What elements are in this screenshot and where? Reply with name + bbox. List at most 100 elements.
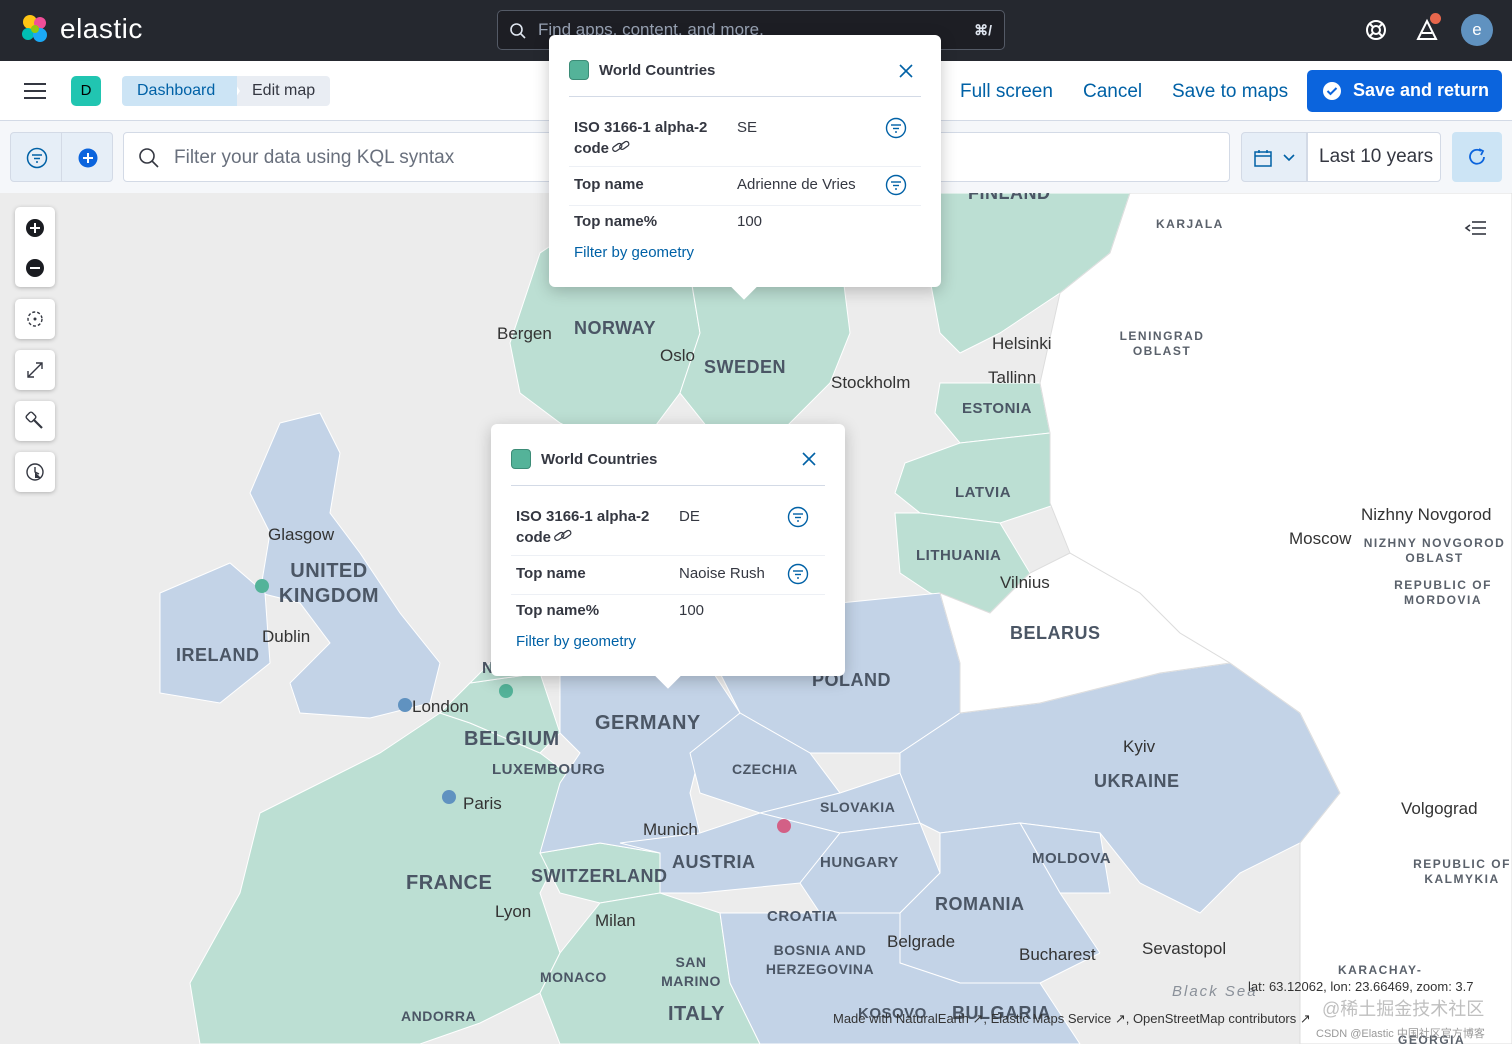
filter-options-button[interactable] (10, 132, 62, 182)
city-label: Oslo (660, 346, 695, 365)
close-icon[interactable] (800, 450, 818, 468)
city-label: Lyon (495, 902, 532, 921)
country-label: ITALY (668, 1003, 725, 1025)
watermark-csdn: CSDN @Elastic 中国社区官方博客 (1316, 1028, 1485, 1040)
country-label: HUNGARY (820, 854, 899, 871)
latvia-polygon (894, 432, 1061, 524)
filter-icon[interactable] (885, 117, 907, 139)
draw-tools-button[interactable] (15, 401, 55, 441)
full-screen-button[interactable]: Full screen (960, 81, 1053, 103)
sea-label: Black Sea (1172, 983, 1258, 1000)
country-label: BELGIUM (464, 728, 560, 750)
country-label: FRANCE (406, 872, 493, 894)
minus-circle-icon (26, 259, 44, 277)
zoom-out-button[interactable] (15, 247, 55, 287)
property-key: Top name (516, 565, 586, 582)
kql-placeholder: Filter your data using KQL syntax (174, 147, 455, 168)
timeslider-button[interactable] (15, 452, 55, 492)
set-view-button[interactable] (15, 299, 55, 339)
popup-layer-name: World Countries (599, 61, 716, 79)
refresh-icon (1469, 148, 1485, 165)
zoom-controls (15, 207, 55, 287)
country-label: BOSNIA AND HERZEGOVINA (765, 942, 875, 977)
region-label: LENINGRAD OBLAST (1119, 329, 1205, 358)
filter-icon[interactable] (885, 174, 907, 196)
country-label: FINLAND (968, 193, 1051, 203)
region-label: REPUBLIC OF KALMYKIA (1413, 857, 1511, 886)
filter-icon[interactable] (787, 506, 809, 528)
region-label: NIZHNY NOVGOROD OBLAST (1363, 536, 1506, 565)
filter-icon (26, 147, 48, 169)
property-value: SE (737, 119, 758, 136)
filter-by-geometry-link[interactable]: Filter by geometry (574, 244, 694, 261)
country-label: LATVIA (955, 484, 1012, 501)
refresh-button[interactable] (1452, 132, 1502, 182)
tooltip-popup-se: World Countries ISO 3166-1 alpha-2 code … (549, 35, 941, 300)
calendar-icon (1254, 150, 1272, 167)
tool-set-view (15, 299, 55, 339)
region-label: REPUBLIC OF MORDOVIA (1394, 578, 1492, 607)
city-label: Munich (643, 820, 698, 839)
property-key: Top name% (516, 602, 600, 619)
filter-by-geometry-link[interactable]: Filter by geometry (516, 633, 636, 650)
search-icon (510, 23, 526, 39)
layer-control-collapse-icon[interactable] (1464, 217, 1488, 239)
data-point-netherlands (499, 684, 513, 698)
menu-toggle-icon[interactable] (24, 83, 46, 99)
property-value: Naoise Rush (679, 565, 765, 582)
time-range-display[interactable]: Last 10 years (1307, 132, 1441, 182)
data-point-austria (777, 819, 791, 833)
add-filter-button[interactable] (61, 132, 113, 182)
tool-draw (15, 401, 55, 441)
link-icon (554, 529, 572, 541)
country-label: MONACO (540, 969, 607, 985)
data-point-paris (442, 790, 456, 804)
clock-icon (26, 463, 44, 481)
tool-fit (15, 350, 55, 390)
map-attribution[interactable]: Made with NaturalEarth ↗, Elastic Maps S… (833, 1011, 1311, 1027)
country-label: MOLDOVA (1032, 850, 1112, 867)
country-label: ANDORRA (401, 1008, 477, 1024)
country-label: LITHUANIA (916, 547, 1002, 564)
ireland-polygon (159, 562, 271, 704)
region-label: KARACHAY- (1338, 963, 1423, 977)
save-to-maps-button[interactable]: Save to maps (1172, 81, 1288, 103)
data-point-london (398, 698, 412, 712)
quick-menu-button[interactable] (1241, 132, 1307, 182)
city-label: Tallinn (988, 368, 1037, 387)
city-label: Moscow (1289, 529, 1352, 548)
country-label: NORWAY (574, 318, 657, 338)
country-label: CZECHIA (732, 761, 798, 777)
user-avatar[interactable]: e (1461, 14, 1493, 46)
fit-to-data-button[interactable] (15, 350, 55, 390)
notification-dot (1430, 13, 1441, 24)
layer-swatch (569, 60, 589, 80)
breadcrumb-dashboard[interactable]: Dashboard (122, 76, 238, 106)
filter-icon[interactable] (787, 563, 809, 585)
city-label: Volgograd (1401, 799, 1478, 818)
country-label: SWITZERLAND (531, 866, 668, 886)
property-key: ISO 3166-1 alpha-2 code (516, 508, 650, 546)
city-label: Stockholm (831, 373, 911, 392)
brand-name: elastic (60, 13, 143, 44)
city-label: Nizhny Novgorod (1361, 505, 1492, 524)
layer-swatch (511, 449, 531, 469)
country-label: UNITED KINGDOM (278, 560, 380, 607)
crosshair-icon (27, 311, 43, 327)
elastic-logo[interactable]: elastic (18, 12, 143, 46)
cancel-button[interactable]: Cancel (1083, 81, 1142, 103)
city-label: London (412, 697, 469, 716)
space-avatar[interactable]: D (71, 76, 101, 106)
help-icon[interactable] (1361, 15, 1391, 45)
property-value: 100 (737, 213, 763, 230)
zoom-in-button[interactable] (15, 207, 55, 247)
save-and-return-button[interactable]: Save and return (1307, 70, 1502, 112)
country-label: AUSTRIA (672, 852, 756, 872)
property-key: ISO 3166-1 alpha-2 code (574, 119, 708, 157)
city-label: Bucharest (1019, 945, 1096, 964)
link-icon (612, 140, 630, 152)
popup-layer-name: World Countries (541, 450, 658, 468)
check-circle-icon (1323, 82, 1341, 100)
close-icon[interactable] (897, 62, 915, 80)
chevron-down-icon (1283, 154, 1295, 162)
